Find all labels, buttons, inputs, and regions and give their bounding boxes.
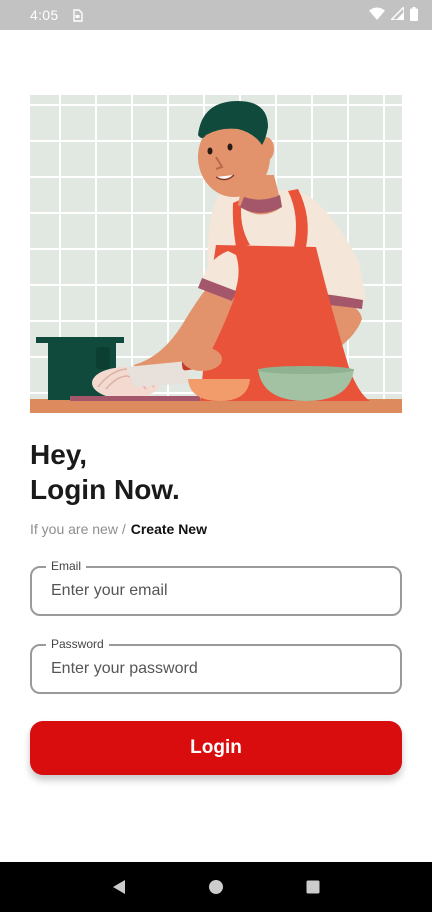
navigation-bar bbox=[0, 862, 432, 912]
back-icon[interactable] bbox=[99, 867, 139, 907]
email-label: Email bbox=[46, 559, 87, 573]
password-label: Password bbox=[46, 637, 109, 651]
status-bar: 4:05 bbox=[0, 0, 432, 30]
status-time: 4:05 bbox=[30, 7, 59, 23]
title-line-2: Login Now. bbox=[30, 474, 180, 505]
signup-row: If you are new / Create New bbox=[30, 521, 207, 537]
home-icon[interactable] bbox=[196, 867, 236, 907]
signal-icon bbox=[389, 5, 405, 23]
sim-icon bbox=[72, 8, 84, 22]
page-title: Hey, Login Now. bbox=[30, 437, 180, 507]
wifi-icon bbox=[369, 7, 385, 23]
hero-illustration bbox=[30, 95, 402, 413]
recents-icon[interactable] bbox=[293, 867, 333, 907]
create-new-link[interactable]: Create New bbox=[131, 521, 207, 537]
signup-prompt: If you are new / bbox=[30, 521, 126, 537]
login-button[interactable]: Login bbox=[30, 721, 402, 775]
battery-icon bbox=[410, 6, 418, 24]
email-field[interactable]: Email bbox=[30, 559, 402, 616]
password-field[interactable]: Password bbox=[30, 637, 402, 694]
title-line-1: Hey, bbox=[30, 439, 88, 470]
email-input[interactable] bbox=[32, 568, 400, 614]
password-input[interactable] bbox=[32, 646, 400, 692]
status-icons bbox=[369, 5, 418, 24]
